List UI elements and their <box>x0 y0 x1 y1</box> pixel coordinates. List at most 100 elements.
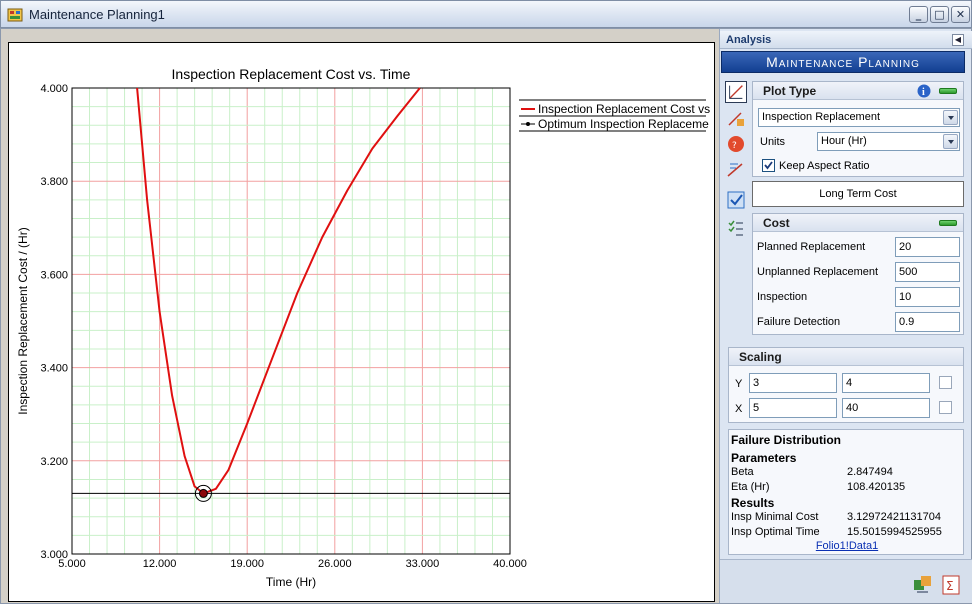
failure-detection-input[interactable]: 0.9 <box>895 312 960 332</box>
plot-type-group: Plot Type i Inspection Replacement Units… <box>752 81 964 177</box>
series-layer <box>72 87 510 502</box>
planned-replacement-label: Planned Replacement <box>757 241 866 253</box>
scaling-header: Scaling <box>729 348 963 366</box>
failure-distribution-title: Failure Distribution <box>731 433 842 447</box>
y-tick-label: 3.000 <box>40 549 68 561</box>
results-group: Failure Distribution Parameters Beta 2.8… <box>728 429 964 555</box>
collapse-group-icon[interactable] <box>939 220 957 226</box>
inspection-input[interactable]: 10 <box>895 287 960 307</box>
collapse-group-icon[interactable] <box>939 88 957 94</box>
inspection-label: Inspection <box>757 291 808 303</box>
beta-value: 2.847494 <box>847 466 893 478</box>
beta-label: Beta <box>731 466 754 478</box>
chart-grid <box>72 88 510 554</box>
eta-row: Eta (Hr) 108.420135 <box>729 480 965 495</box>
maintenance-planning-banner: Maintenance Planning <box>721 51 965 73</box>
eta-value: 108.420135 <box>847 481 906 493</box>
window-titlebar: Maintenance Planning1 _ □ ✕ <box>0 0 972 28</box>
scaling-y-label: Y <box>735 378 743 390</box>
checklist-icon[interactable] <box>725 217 747 239</box>
analysis-title: Analysis <box>726 34 772 46</box>
legend-marker-optimum <box>526 122 530 126</box>
y-tick-label: 3.600 <box>40 269 68 281</box>
analysis-header: Analysis ◀ <box>720 31 972 49</box>
scaling-x-min-input[interactable]: 5 <box>749 398 837 418</box>
min-cost-label: Insp Minimal Cost <box>731 511 819 523</box>
plot-type-header: Plot Type i <box>753 82 963 100</box>
check-icon[interactable] <box>725 189 747 211</box>
x-tick-label: 19.000 <box>230 558 264 570</box>
info-icon[interactable]: i <box>917 84 931 98</box>
parameters-title: Parameters <box>731 451 797 465</box>
legend-label-optimum: Optimum Inspection Replaceme <box>538 117 709 131</box>
checkmark-icon <box>764 161 773 170</box>
plot-settings-icon[interactable] <box>725 107 747 129</box>
chevron-down-icon[interactable] <box>943 134 958 149</box>
cost-curve <box>136 87 421 495</box>
y-tick-label: 4.000 <box>40 83 68 95</box>
edit-plot-icon[interactable]: ? <box>725 133 747 155</box>
legend: Inspection Replacement Cost vs Optimum I… <box>519 99 710 132</box>
chart: Inspection Replacement Cost vs. Time Tim… <box>16 66 710 589</box>
transfer-icon[interactable] <box>912 574 934 596</box>
optimum-marker <box>198 488 208 498</box>
redraw-icon[interactable] <box>725 159 747 181</box>
plot-type-title: Plot Type <box>763 84 817 98</box>
unplanned-replacement-label: Unplanned Replacement <box>757 266 879 278</box>
planned-replacement-input[interactable]: 20 <box>895 237 960 257</box>
x-tick-label: 12.000 <box>143 558 177 570</box>
minimize-button[interactable]: _ <box>909 6 928 23</box>
x-tick-label: 33.000 <box>406 558 440 570</box>
scaling-y-max-input[interactable]: 4 <box>842 373 930 393</box>
scaling-x-label: X <box>735 403 743 415</box>
opt-time-value: 15.5015994525955 <box>847 526 942 538</box>
results-title: Results <box>731 496 775 510</box>
units-value: Hour (Hr) <box>821 135 867 147</box>
keep-aspect-label: Keep Aspect Ratio <box>779 160 870 172</box>
y-tick-labels: 3.000 3.200 3.400 3.600 3.800 4.000 <box>40 83 68 561</box>
maximize-button[interactable]: □ <box>930 6 949 23</box>
plot-frame <box>71 87 511 555</box>
scaling-y-min-input[interactable]: 3 <box>749 373 837 393</box>
min-cost-row: Insp Minimal Cost 3.12972421131704 <box>729 510 965 525</box>
app-icon <box>7 8 23 22</box>
y-axis-label: Inspection Replacement Cost / (Hr) <box>16 227 30 414</box>
opt-time-row: Insp Optimal Time 15.5015994525955 <box>729 525 965 540</box>
line-plot-icon[interactable] <box>725 81 747 103</box>
folio-link[interactable]: Folio1!Data1 <box>729 540 965 552</box>
eta-label: Eta (Hr) <box>731 481 770 493</box>
opt-time-label: Insp Optimal Time <box>731 526 820 538</box>
failure-distribution-heading: Failure Distribution <box>729 432 965 447</box>
y-tick-label: 3.800 <box>40 176 68 188</box>
x-tick-label: 40.000 <box>493 558 527 570</box>
calculate-icon[interactable]: Σ <box>940 574 962 596</box>
chevron-down-icon[interactable] <box>943 110 958 125</box>
svg-text:?: ? <box>732 141 737 151</box>
plot-type-value: Inspection Replacement <box>762 111 881 123</box>
scaling-y-checkbox[interactable] <box>939 376 952 389</box>
x-tick-labels: 5.000 12.000 19.000 26.000 33.000 40.000 <box>58 558 527 570</box>
beta-row: Beta 2.847494 <box>729 465 965 480</box>
bottom-toolbar: Σ <box>720 559 972 603</box>
close-button[interactable]: ✕ <box>951 6 970 23</box>
plot-type-select[interactable]: Inspection Replacement <box>758 108 960 127</box>
parameters-heading: Parameters <box>729 450 965 465</box>
cost-group: Cost Planned Replacement 20 Unplanned Re… <box>752 213 964 335</box>
cost-title: Cost <box>763 216 790 230</box>
scaling-title: Scaling <box>739 350 782 364</box>
collapse-arrow-icon[interactable]: ◀ <box>952 34 964 46</box>
chart-title: Inspection Replacement Cost vs. Time <box>172 66 411 82</box>
units-select[interactable]: Hour (Hr) <box>817 132 960 151</box>
x-tick-label: 26.000 <box>318 558 352 570</box>
unplanned-replacement-input[interactable]: 500 <box>895 262 960 282</box>
scaling-x-checkbox[interactable] <box>939 401 952 414</box>
scaling-group: Scaling Y 3 4 X 5 40 <box>728 347 964 423</box>
units-label: Units <box>760 136 786 148</box>
long-term-cost-button[interactable]: Long Term Cost <box>752 181 964 207</box>
scaling-x-max-input[interactable]: 40 <box>842 398 930 418</box>
svg-text:Σ: Σ <box>946 579 954 593</box>
failure-detection-label: Failure Detection <box>757 316 841 328</box>
keep-aspect-checkbox[interactable] <box>762 159 775 172</box>
min-cost-value: 3.12972421131704 <box>847 511 942 523</box>
x-axis-label: Time (Hr) <box>266 575 316 589</box>
